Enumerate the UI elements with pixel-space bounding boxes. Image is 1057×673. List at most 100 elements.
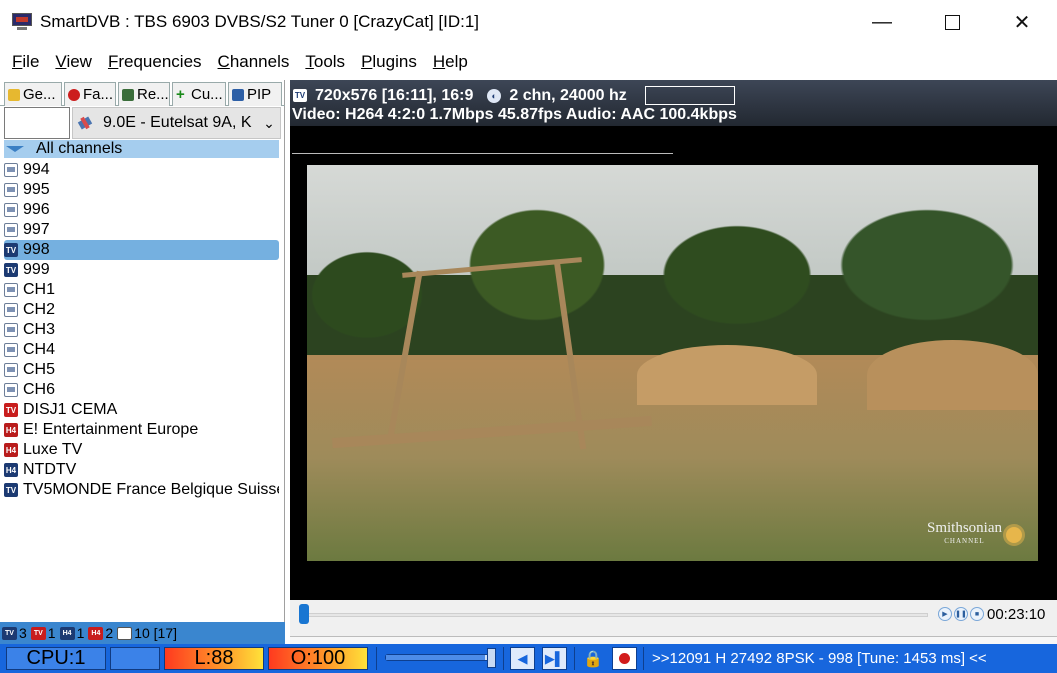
- stop-button[interactable]: ■: [970, 607, 984, 621]
- record-icon: [619, 653, 630, 664]
- maximize-icon: [944, 14, 960, 30]
- hd-scrambled-icon: H4: [4, 423, 18, 437]
- channel-search-input[interactable]: [4, 107, 70, 139]
- tune-info: >>12091 H 27492 8PSK - 998 [Tune: 1453 m…: [652, 650, 987, 667]
- channel-name: CH1: [23, 281, 56, 298]
- channel-item[interactable]: TV DISJ1 CEMA: [4, 400, 279, 420]
- video-mound: [867, 340, 1038, 410]
- favorites-icon: [68, 88, 80, 101]
- tab-custom[interactable]: + Cu...: [172, 82, 226, 106]
- pip-icon: [232, 88, 244, 101]
- separator: [574, 647, 575, 670]
- channel-name: CH3: [23, 321, 56, 338]
- volume-thumb[interactable]: [487, 648, 496, 668]
- channel-item[interactable]: CH5: [4, 360, 279, 380]
- group-all-channels[interactable]: All channels: [4, 140, 279, 158]
- tab-label: Ge...: [23, 86, 56, 103]
- channel-name: 994: [23, 161, 50, 178]
- channel-item[interactable]: CH2: [4, 300, 279, 320]
- radio-channel-icon: [4, 283, 18, 297]
- channel-item[interactable]: H4 Luxe TV: [4, 440, 279, 460]
- hd-scrambled-icon: H4: [88, 626, 104, 640]
- satellite-value: 9.0E - Eutelsat 9A, K: [103, 114, 252, 131]
- audio-channels: 2 chn, 24000 hz: [509, 86, 627, 104]
- satellite-select[interactable]: 9.0E - Eutelsat 9A, K ⌄: [72, 107, 281, 139]
- title-bar: SmartDVB : TBS 6903 DVBS/S2 Tuner 0 [Cra…: [0, 0, 1057, 44]
- separator: [503, 647, 504, 670]
- star-folder-icon: [8, 88, 20, 101]
- menu-file[interactable]: File: [12, 52, 39, 72]
- tab-pip[interactable]: PIP: [228, 82, 282, 106]
- expand-triangle-icon: [6, 146, 24, 152]
- record-button[interactable]: [612, 647, 637, 670]
- hd-icon: H4: [59, 626, 75, 640]
- signal-quality: O:100: [268, 647, 368, 670]
- hd-channel-icon: H4: [4, 463, 18, 477]
- seek-track[interactable]: [300, 613, 928, 617]
- radio-channel-icon: [4, 183, 18, 197]
- channel-name: E! Entertainment Europe: [23, 421, 199, 438]
- channel-name: CH5: [23, 361, 56, 378]
- channel-name: Luxe TV: [23, 441, 83, 458]
- menu-view[interactable]: View: [55, 52, 92, 72]
- smithsonian-logo: Smithsonian CHANNEL: [927, 520, 1002, 545]
- channel-item[interactable]: H4 E! Entertainment Europe: [4, 420, 279, 440]
- radio-channel-icon: [4, 223, 18, 237]
- chevron-down-icon: ⌄: [263, 114, 275, 131]
- tv-count: 3: [19, 625, 27, 641]
- channel-item[interactable]: CH4: [4, 340, 279, 360]
- channel-name: 996: [23, 201, 50, 218]
- tab-recent[interactable]: Re...: [118, 82, 170, 106]
- next-channel-button[interactable]: ▶▌: [542, 647, 567, 670]
- radio-icon: [117, 626, 133, 640]
- tab-label: PIP: [247, 86, 272, 103]
- channel-item[interactable]: 994: [4, 160, 279, 180]
- stream-info-bar: TV 720x576 [16:11], 16:9 ◐ 2 chn, 24000 …: [290, 80, 1057, 126]
- channel-item[interactable]: CH1: [4, 280, 279, 300]
- group-label: All channels: [36, 140, 123, 157]
- hd-scrambled-icon: H4: [4, 443, 18, 457]
- tv-icon: TV: [2, 626, 17, 640]
- menu-plugins[interactable]: Plugins: [361, 52, 417, 72]
- channel-item[interactable]: 997: [4, 220, 279, 240]
- tab-favorites[interactable]: Fa...: [64, 82, 116, 106]
- channel-item[interactable]: CH3: [4, 320, 279, 340]
- minimize-button[interactable]: —: [847, 0, 917, 44]
- channel-item[interactable]: TV 998: [4, 240, 279, 260]
- logo-brand: Smithsonian: [926, 520, 1002, 536]
- volume-slider[interactable]: [385, 654, 490, 661]
- video-frame[interactable]: Smithsonian CHANNEL: [307, 165, 1038, 561]
- menu-tools[interactable]: Tools: [305, 52, 345, 72]
- lock-icon[interactable]: 🔒: [583, 647, 603, 670]
- logo-sub: CHANNEL: [944, 537, 985, 545]
- seek-thumb[interactable]: [299, 604, 309, 624]
- channel-item[interactable]: TV 999: [4, 260, 279, 280]
- channel-name: CH4: [23, 341, 56, 358]
- status-bar: CPU:1 L:88 O:100 ◀ ▶▌ 🔒 >>12091 H 27492 …: [0, 644, 1057, 673]
- previous-channel-button[interactable]: ◀: [510, 647, 535, 670]
- channel-item[interactable]: H4 NTDTV: [4, 460, 279, 480]
- close-button[interactable]: ✕: [987, 0, 1057, 44]
- pause-button[interactable]: ❚❚: [954, 607, 968, 621]
- play-button[interactable]: ▶: [938, 607, 952, 621]
- tv-icon: TV: [293, 89, 307, 102]
- menu-help[interactable]: Help: [433, 52, 468, 72]
- channel-item[interactable]: CH6: [4, 380, 279, 400]
- channel-item[interactable]: 995: [4, 180, 279, 200]
- tab-general[interactable]: Ge...: [4, 82, 62, 106]
- signal-level: L:88: [164, 647, 264, 670]
- tab-label: Cu...: [191, 86, 223, 103]
- filter-row: 9.0E - Eutelsat 9A, K ⌄: [4, 107, 281, 139]
- tab-label: Re...: [137, 86, 169, 103]
- maximize-button[interactable]: [917, 0, 987, 44]
- channel-name: 999: [23, 261, 50, 278]
- menu-frequencies[interactable]: Frequencies: [108, 52, 202, 72]
- recent-icon: [122, 88, 134, 101]
- menu-channels[interactable]: Channels: [218, 52, 290, 72]
- audio-icon: ◐: [487, 88, 502, 103]
- channel-name: NTDTV: [23, 461, 77, 478]
- radio-channel-icon: [4, 163, 18, 177]
- channel-name: 997: [23, 221, 50, 238]
- channel-item[interactable]: TV TV5MONDE France Belgique Suisse: [4, 480, 279, 500]
- channel-item[interactable]: 996: [4, 200, 279, 220]
